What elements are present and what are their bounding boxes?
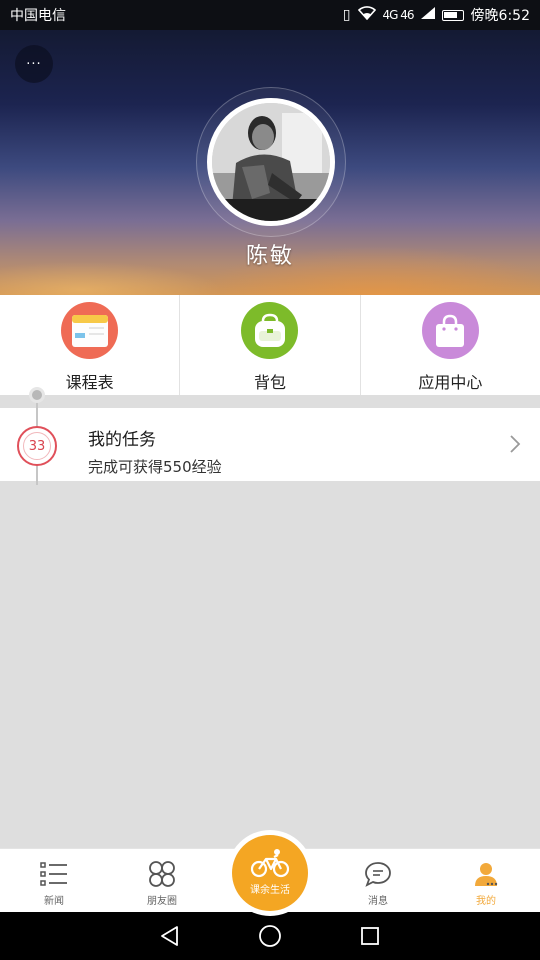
tab-moments[interactable]: 朋友圈 — [108, 849, 216, 912]
bicycle-icon — [250, 849, 290, 878]
user-name: 陈敏 — [245, 244, 294, 269]
carrier-name: 中国电信 — [10, 8, 66, 24]
signal-icon — [420, 7, 435, 23]
shortcut-schedule[interactable]: 课程表 — [0, 295, 181, 395]
back-triangle-icon — [161, 926, 178, 946]
chat-bubble-icon — [365, 862, 391, 887]
tab-mine-label: 我的 — [476, 896, 496, 907]
tab-news[interactable]: 新闻 — [0, 849, 108, 912]
tab-mine[interactable]: 我的 — [432, 849, 540, 912]
schedule-icon — [61, 302, 119, 359]
shopping-bag-icon — [421, 302, 479, 359]
shortcut-backpack-label: 背包 — [253, 373, 286, 392]
tab-messages-label: 消息 — [368, 896, 388, 907]
tab-leisure-life-label: 课余生活 — [250, 885, 290, 896]
vibrate-icon: ▯ — [342, 7, 351, 23]
more-button[interactable]: ··· — [15, 45, 53, 83]
wifi-icon — [357, 6, 376, 24]
recents-button[interactable] — [320, 912, 420, 960]
backpack-icon — [241, 302, 299, 359]
list-icon — [40, 862, 67, 886]
status-icons: ▯ 4G 46 傍晚6:52 — [343, 5, 530, 25]
tab-moments-label: 朋友圈 — [147, 896, 177, 907]
home-circle-icon — [259, 925, 281, 947]
status-bar: 中国电信 ▯ 4G 46 傍晚6:52 — [0, 0, 540, 30]
avatar-photo — [212, 103, 330, 221]
profile-header: ··· 陈敏 — [0, 30, 540, 295]
system-navigation-bar — [0, 912, 540, 960]
home-button[interactable] — [220, 912, 320, 960]
shortcut-backpack[interactable]: 背包 — [180, 295, 361, 395]
network-type: 4G 46 — [382, 8, 415, 22]
shortcut-app-center[interactable]: 应用中心 — [361, 295, 540, 395]
battery-icon — [441, 9, 464, 21]
back-button[interactable] — [120, 912, 220, 960]
tab-news-label: 新闻 — [44, 896, 64, 907]
recents-square-icon — [361, 927, 379, 945]
my-task-row[interactable]: 33 我的任务 完成可获得550经验 — [0, 408, 540, 481]
avatar[interactable] — [207, 98, 335, 226]
chevron-right-icon — [510, 435, 521, 453]
tab-leisure-life[interactable]: 课余生活 — [232, 835, 308, 911]
shortcut-schedule-label: 课程表 — [65, 373, 114, 392]
clock: 傍晚6:52 — [470, 8, 530, 24]
person-icon — [475, 863, 498, 886]
level-badge: 33 — [17, 426, 57, 466]
task-title: 我的任务 — [88, 430, 156, 450]
clover-icon — [149, 861, 175, 887]
timeline-dot — [29, 387, 45, 403]
tab-messages[interactable]: 消息 — [324, 849, 432, 912]
shortcut-grid: 课程表 背包 应用中心 — [0, 295, 540, 395]
task-subtitle: 完成可获得550经验 — [88, 458, 222, 476]
shortcut-app-center-label: 应用中心 — [418, 373, 483, 392]
